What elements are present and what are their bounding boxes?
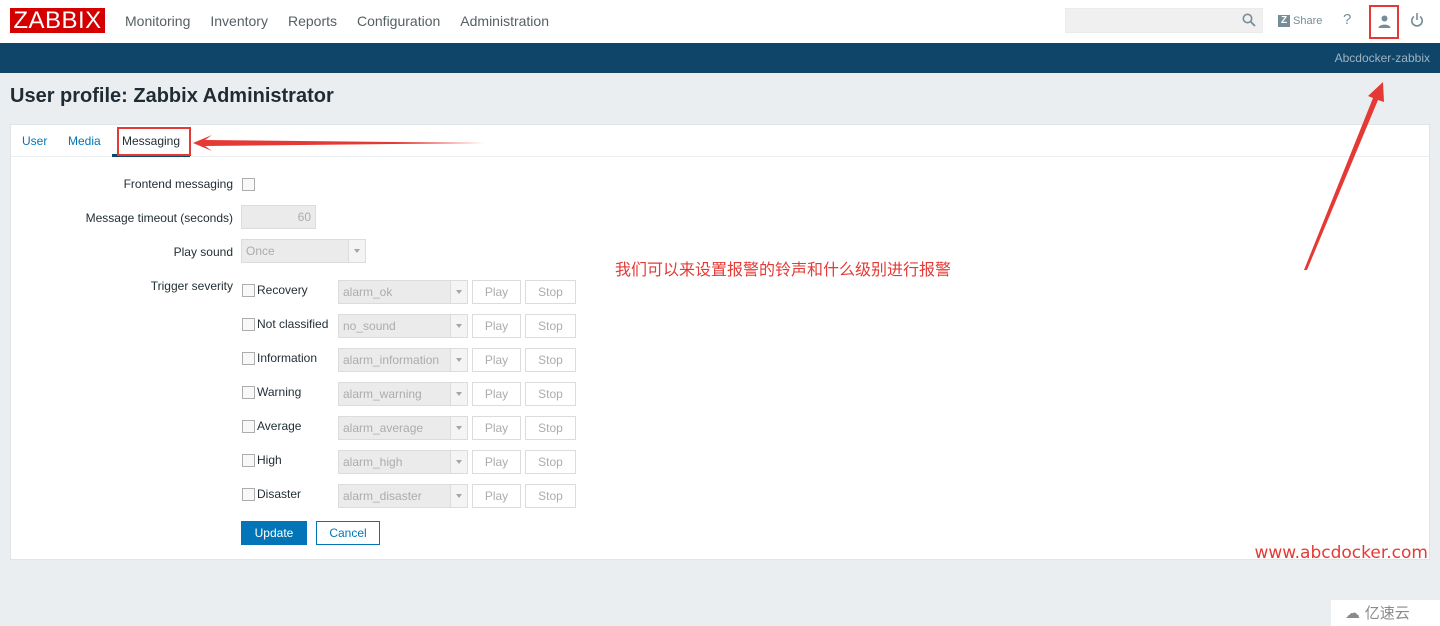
severity-sound-select[interactable]: no_sound bbox=[338, 314, 468, 338]
play-button[interactable]: Play bbox=[472, 348, 521, 372]
tab-highlight-box bbox=[117, 127, 191, 156]
message-timeout-input[interactable]: 60 bbox=[241, 205, 316, 229]
tab-user[interactable]: User bbox=[22, 125, 47, 157]
severity-checkbox[interactable] bbox=[242, 318, 255, 331]
nav-reports[interactable]: Reports bbox=[278, 0, 347, 43]
play-button[interactable]: Play bbox=[472, 314, 521, 338]
play-sound-label: Play sound bbox=[173, 245, 233, 259]
chevron-down-icon bbox=[450, 315, 467, 337]
top-bar: ZABBIX Monitoring Inventory Reports Conf… bbox=[0, 0, 1440, 43]
nav-administration[interactable]: Administration bbox=[450, 0, 559, 43]
watermark: www.abcdocker.com bbox=[1254, 543, 1429, 563]
frontend-messaging-checkbox[interactable] bbox=[242, 178, 255, 191]
nav-inventory[interactable]: Inventory bbox=[200, 0, 278, 43]
power-icon[interactable] bbox=[1410, 12, 1424, 28]
severity-label: Recovery bbox=[257, 283, 308, 297]
annotation-note: 我们可以来设置报警的铃声和什么级别进行报警 bbox=[615, 260, 952, 279]
share-label: Share bbox=[1293, 15, 1323, 27]
frontend-messaging-label: Frontend messaging bbox=[123, 177, 233, 191]
search-input[interactable] bbox=[1065, 8, 1263, 33]
chevron-down-icon bbox=[450, 383, 467, 405]
severity-sound-select[interactable]: alarm_warning bbox=[338, 382, 468, 406]
cancel-button[interactable]: Cancel bbox=[316, 521, 380, 545]
chevron-down-icon bbox=[450, 349, 467, 371]
zabbix-logo[interactable]: ZABBIX bbox=[10, 8, 105, 33]
chevron-down-icon bbox=[450, 281, 467, 303]
severity-label: Information bbox=[257, 351, 318, 365]
severity-checkbox[interactable] bbox=[242, 488, 255, 501]
stop-button[interactable]: Stop bbox=[525, 450, 576, 474]
stop-button[interactable]: Stop bbox=[525, 416, 576, 440]
play-sound-select[interactable]: Once bbox=[241, 239, 366, 263]
corner-logo-text: 亿速云 bbox=[1364, 604, 1410, 622]
main-nav: Monitoring Inventory Reports Configurati… bbox=[115, 0, 559, 43]
severity-sound-value: no_sound bbox=[343, 319, 396, 333]
messaging-panel: User Media Messaging Frontend messaging … bbox=[10, 124, 1430, 560]
cloud-icon: ☁ bbox=[1345, 604, 1360, 622]
play-button[interactable]: Play bbox=[472, 280, 521, 304]
chevron-down-icon bbox=[348, 240, 365, 262]
severity-sound-value: alarm_high bbox=[343, 455, 403, 469]
tab-bar: User Media Messaging bbox=[11, 125, 1429, 157]
stop-button[interactable]: Stop bbox=[525, 382, 576, 406]
play-button[interactable]: Play bbox=[472, 484, 521, 508]
tab-media[interactable]: Media bbox=[68, 125, 101, 157]
severity-checkbox[interactable] bbox=[242, 386, 255, 399]
severity-label: Warning bbox=[257, 385, 302, 399]
severity-sound-select[interactable]: alarm_average bbox=[338, 416, 468, 440]
chevron-down-icon bbox=[450, 485, 467, 507]
severity-label: Not classified bbox=[257, 317, 329, 331]
severity-sound-value: alarm_average bbox=[343, 421, 424, 435]
server-name: Abcdocker-zabbix bbox=[1334, 51, 1430, 65]
chevron-down-icon bbox=[450, 451, 467, 473]
severity-sound-value: alarm_ok bbox=[343, 285, 393, 299]
play-sound-value: Once bbox=[246, 244, 275, 258]
trigger-severity-label: Trigger severity bbox=[150, 279, 233, 293]
stop-button[interactable]: Stop bbox=[525, 280, 576, 304]
user-icon bbox=[1378, 15, 1391, 28]
severity-sound-select[interactable]: alarm_disaster bbox=[338, 484, 468, 508]
corner-logo: ☁ 亿速云 bbox=[1331, 600, 1440, 626]
stop-button[interactable]: Stop bbox=[525, 484, 576, 508]
zabbix-share-icon: Z bbox=[1278, 15, 1290, 27]
severity-label: Average bbox=[257, 419, 302, 433]
severity-checkbox[interactable] bbox=[242, 352, 255, 365]
severity-sound-select[interactable]: alarm_ok bbox=[338, 280, 468, 304]
play-button[interactable]: Play bbox=[472, 450, 521, 474]
share-button[interactable]: Z Share bbox=[1278, 12, 1322, 30]
user-profile-button[interactable] bbox=[1369, 5, 1399, 39]
server-bar: Abcdocker-zabbix bbox=[0, 43, 1440, 73]
chevron-down-icon bbox=[450, 417, 467, 439]
severity-label: High bbox=[257, 453, 282, 467]
severity-sound-value: alarm_disaster bbox=[343, 489, 422, 503]
stop-button[interactable]: Stop bbox=[525, 314, 576, 338]
message-timeout-label: Message timeout (seconds) bbox=[85, 211, 233, 225]
play-button[interactable]: Play bbox=[472, 416, 521, 440]
severity-label: Disaster bbox=[257, 487, 302, 501]
severity-checkbox[interactable] bbox=[242, 454, 255, 467]
nav-monitoring[interactable]: Monitoring bbox=[115, 0, 200, 43]
help-button[interactable]: ? bbox=[1343, 11, 1351, 28]
page-title: User profile: Zabbix Administrator bbox=[10, 85, 334, 107]
search-icon[interactable] bbox=[1242, 13, 1256, 27]
nav-configuration[interactable]: Configuration bbox=[347, 0, 450, 43]
severity-sound-select[interactable]: alarm_information bbox=[338, 348, 468, 372]
severity-checkbox[interactable] bbox=[242, 284, 255, 297]
play-button[interactable]: Play bbox=[472, 382, 521, 406]
severity-sound-value: alarm_warning bbox=[343, 387, 422, 401]
stop-button[interactable]: Stop bbox=[525, 348, 576, 372]
severity-checkbox[interactable] bbox=[242, 420, 255, 433]
update-button[interactable]: Update bbox=[241, 521, 307, 545]
severity-sound-select[interactable]: alarm_high bbox=[338, 450, 468, 474]
severity-sound-value: alarm_information bbox=[343, 353, 440, 367]
